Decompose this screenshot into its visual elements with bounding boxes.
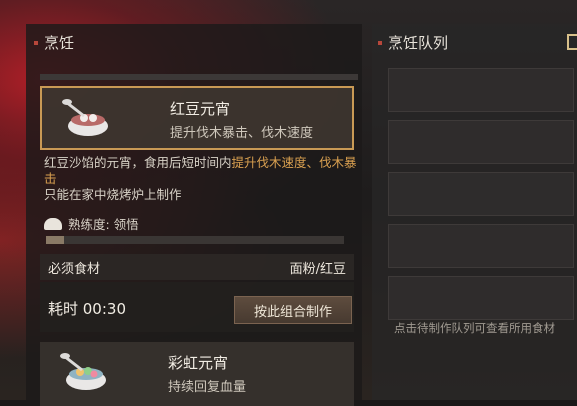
cooking-title: 烹饪 [34,32,74,53]
queue-title: 烹饪队列 [378,32,448,53]
title-dot-icon [378,40,382,45]
title-dot-icon [34,40,38,45]
queue-slot[interactable] [388,68,574,112]
desc-note: 只能在家中烧烤炉上制作 [44,187,182,202]
queue-title-text: 烹饪队列 [388,34,449,52]
recipe-card-rainbow[interactable]: 彩虹元宵 持续回复血量 [40,342,354,406]
craft-time: 耗时 00:30 [48,300,126,318]
list-scroll-indicator [40,74,358,80]
chef-hat-icon [44,217,62,230]
ingredients-items: 面粉/红豆 [289,261,346,277]
recipe-desc: 提升伐木暴击、伐木速度 [170,126,314,141]
craft-button[interactable]: 按此组合制作 [234,296,352,324]
bowl-red-bean-icon [62,99,108,136]
queue-slot[interactable] [388,224,574,268]
queue-bracket-icon[interactable] [567,34,577,50]
cooking-panel: 烹饪 红豆元宵 提升伐木暴击、伐木速度 红豆沙馅的元宵，食用后短时间内提升伐木速… [26,24,362,406]
proficiency-fill [46,236,64,244]
ingredients-label: 必须食材 [48,261,101,277]
proficiency: 熟练度: 领悟 [44,214,139,233]
queue-slot[interactable] [388,120,574,164]
bowl-rainbow-icon [60,353,106,390]
queue-slot[interactable] [388,276,574,320]
desc-prefix: 红豆沙馅的元宵，食用后短时间内 [44,155,232,170]
recipe-desc: 持续回复血量 [168,380,247,395]
recipe-name: 红豆元宵 [170,100,231,118]
queue-panel: 烹饪队列 点击待制作队列可查看所用食材 [372,24,577,400]
recipe-description: 红豆沙馅的元宵，食用后短时间内提升伐木速度、伐木暴击 只能在家中烧烤炉上制作 [44,155,362,203]
proficiency-bar [46,236,344,244]
cooking-title-text: 烹饪 [44,34,75,52]
queue-slot[interactable] [388,172,574,216]
recipe-name: 彩虹元宵 [168,354,229,372]
recipe-card-red-bean[interactable]: 红豆元宵 提升伐木暴击、伐木速度 [40,86,354,150]
proficiency-label: 熟练度: 领悟 [68,217,139,232]
ingredients-row: 必须食材 面粉/红豆 [40,254,354,280]
craft-row: 耗时 00:30 按此组合制作 [40,282,354,332]
queue-hint: 点击待制作队列可查看所用食材 [394,321,555,335]
